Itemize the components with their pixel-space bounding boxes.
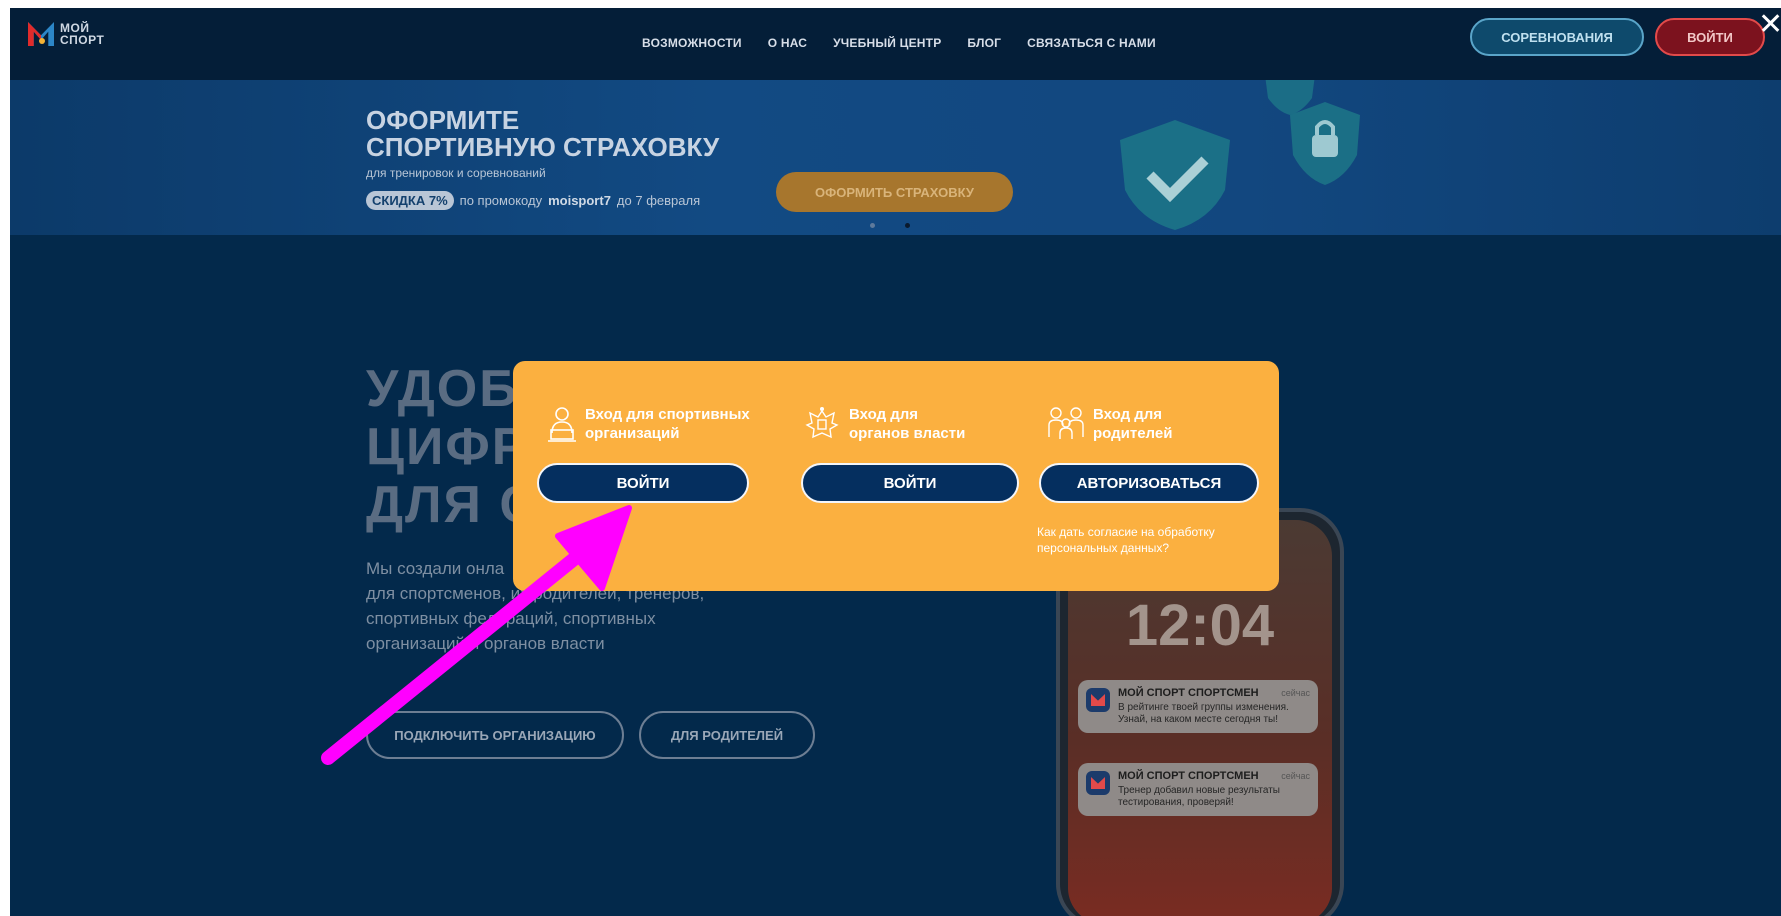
insurance-banner: ОФОРМИТЕ СПОРТИВНУЮ СТРАХОВКУ для тренир… [10, 80, 1781, 235]
app-icon [1086, 688, 1110, 712]
phone-time: 12:04 [1125, 593, 1275, 658]
parents-login-header: Вход для родителей [1047, 405, 1172, 443]
org-login-button[interactable]: ВОЙТИ [537, 463, 749, 503]
shield-illustration-icon [1120, 80, 1360, 230]
carousel-dots [870, 223, 910, 228]
app-icon [1086, 771, 1110, 795]
gov-login-title-line-2: органов власти [849, 425, 966, 442]
promo-prefix: по промокоду [459, 193, 543, 208]
nav-item-blog[interactable]: БЛОГ [967, 36, 1001, 50]
gov-login-button[interactable]: ВОЙТИ [801, 463, 1019, 503]
logo-text: МОЙ СПОРТ [60, 22, 104, 46]
notification-time: сейчас [1281, 771, 1310, 781]
banner-subtitle: для тренировок и соревнований [366, 166, 546, 180]
parents-login-title-line-2: родителей [1093, 425, 1173, 442]
org-login-header: Вход для спортивных организаций [547, 405, 750, 443]
gov-login-header: Вход для органов власти [803, 405, 965, 443]
logo[interactable]: МОЙ СПОРТ [28, 20, 104, 48]
banner-title: ОФОРМИТЕ СПОРТИВНУЮ СТРАХОВКУ [366, 107, 719, 161]
logo-mark-icon [28, 20, 54, 48]
carousel-dot[interactable] [870, 223, 875, 228]
main-nav: ВОЗМОЖНОСТИ О НАС УЧЕБНЫЙ ЦЕНТР БЛОГ СВЯ… [642, 36, 1156, 50]
discount-badge: СКИДКА 7% [366, 191, 454, 210]
parents-authorize-button[interactable]: АВТОРИЗОВАТЬСЯ [1039, 463, 1259, 503]
notification-time: сейчас [1281, 688, 1310, 698]
promo-line: СКИДКА 7% по промокоду moisport7 до 7 фе… [366, 191, 700, 210]
parents-login-title: Вход для родителей [1093, 405, 1172, 443]
gov-login-title: Вход для органов власти [849, 405, 965, 443]
promo-code: moisport7 [548, 193, 611, 208]
close-icon[interactable]: ✕ [1758, 10, 1781, 40]
page-frame: МОЙ СПОРТ ВОЗМОЖНОСТИ О НАС УЧЕБНЫЙ ЦЕНТ… [10, 8, 1781, 916]
hero-text-line-3: спортивных федераций, спортивных [366, 609, 656, 628]
competitions-button[interactable]: СОРЕВНОВАНИЯ [1470, 18, 1644, 56]
top-header: МОЙ СПОРТ ВОЗМОЖНОСТИ О НАС УЧЕБНЫЙ ЦЕНТ… [10, 8, 1781, 80]
nav-item-contact[interactable]: СВЯЗАТЬСЯ С НАМИ [1027, 36, 1156, 50]
org-login-title-line-2: организаций [585, 425, 680, 442]
gov-login-title-line-1: Вход для [849, 406, 919, 423]
parents-login-title-line-1: Вход для [1093, 406, 1163, 423]
family-icon [1048, 407, 1084, 439]
connect-organization-button[interactable]: ПОДКЛЮЧИТЬ ОРГАНИЗАЦИЮ [366, 711, 624, 759]
nav-item-about[interactable]: О НАС [768, 36, 807, 50]
nav-item-features[interactable]: ВОЗМОЖНОСТИ [642, 36, 742, 50]
banner-title-line-1: ОФОРМИТЕ [366, 105, 520, 135]
notification-body: В рейтинге твоей группы изменения. Узнай… [1118, 702, 1289, 725]
header-login-button[interactable]: ВОЙТИ [1655, 18, 1765, 56]
notification-card: МОЙ СПОРТ СПОРТСМЕН сейчас В рейтинге тв… [1078, 680, 1318, 733]
promo-suffix: до 7 февраля [616, 193, 701, 208]
org-login-title-line-1: Вход для спортивных [585, 406, 750, 423]
hero-text-line-4: организаций и органов власти [366, 634, 605, 653]
for-parents-button[interactable]: ДЛЯ РОДИТЕЛЕЙ [639, 711, 815, 759]
nav-item-training-center[interactable]: УЧЕБНЫЙ ЦЕНТР [833, 36, 941, 50]
coat-of-arms-icon [805, 407, 839, 439]
org-login-title: Вход для спортивных организаций [585, 405, 750, 443]
consent-help-link[interactable]: Как дать согласие на обработку персональ… [1037, 524, 1257, 556]
notification-card: МОЙ СПОРТ СПОРТСМЕН сейчас Тренер добави… [1078, 763, 1318, 816]
user-laptop-icon [548, 407, 576, 442]
logo-line-2: СПОРТ [60, 33, 105, 47]
get-insurance-button[interactable]: ОФОРМИТЬ СТРАХОВКУ [776, 172, 1013, 212]
login-modal: Вход для спортивных организаций ВОЙТИ Вх… [513, 361, 1279, 591]
notification-body: Тренер добавил новые результаты тестиров… [1118, 785, 1280, 808]
carousel-dot-active[interactable] [905, 223, 910, 228]
banner-title-line-2: СПОРТИВНУЮ СТРАХОВКУ [366, 132, 720, 162]
